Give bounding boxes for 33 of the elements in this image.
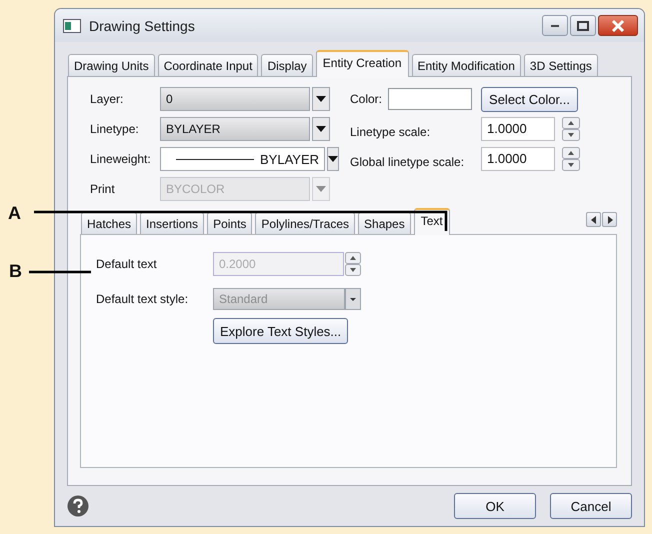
tab[interactable]: Drawing Units <box>68 54 155 76</box>
number-field[interactable]: 1.0000 <box>481 117 555 141</box>
tab[interactable]: Insertions <box>140 212 204 234</box>
field-label: Default text style: <box>96 292 190 306</box>
callout-label: A <box>8 203 21 224</box>
field-label: Lineweight: <box>90 152 152 166</box>
tab[interactable]: Entity Creation <box>316 50 408 77</box>
tab[interactable]: Hatches <box>81 212 138 234</box>
dialog-button[interactable]: OK <box>454 493 536 519</box>
dialog-button[interactable]: Cancel <box>550 493 632 519</box>
dropdown-field[interactable]: BYLAYER <box>160 117 310 141</box>
dropdown-field[interactable]: BYLAYER <box>160 147 326 171</box>
field-label: Layer: <box>90 92 124 106</box>
field-label: Color: <box>350 92 382 106</box>
number-field[interactable]: 1.0000 <box>481 147 555 171</box>
dropdown-field[interactable]: 0 <box>160 87 310 111</box>
callout-label: B <box>9 261 22 282</box>
tab[interactable]: Points <box>207 212 252 234</box>
select-color-button[interactable]: Select Color... <box>481 86 578 112</box>
tab[interactable]: Shapes <box>358 212 411 234</box>
explore-text-styles-button[interactable]: Explore Text Styles... <box>213 318 348 344</box>
field-label: Linetype scale: <box>350 125 432 139</box>
tab[interactable]: Coordinate Input <box>158 54 258 76</box>
tab[interactable]: Display <box>261 54 313 76</box>
tab[interactable]: Entity Modification <box>412 54 521 76</box>
field-label: Linetype: <box>90 122 140 136</box>
tab[interactable]: 3D Settings <box>524 54 598 76</box>
field-label: Print <box>90 182 116 196</box>
field-value: BYLAYER <box>260 152 320 166</box>
field-label: Default text <box>96 257 158 271</box>
field-label: Global linetype scale: <box>350 155 466 169</box>
tab[interactable]: Polylines/Traces <box>255 212 356 234</box>
window-title: Drawing Settings <box>89 18 196 34</box>
